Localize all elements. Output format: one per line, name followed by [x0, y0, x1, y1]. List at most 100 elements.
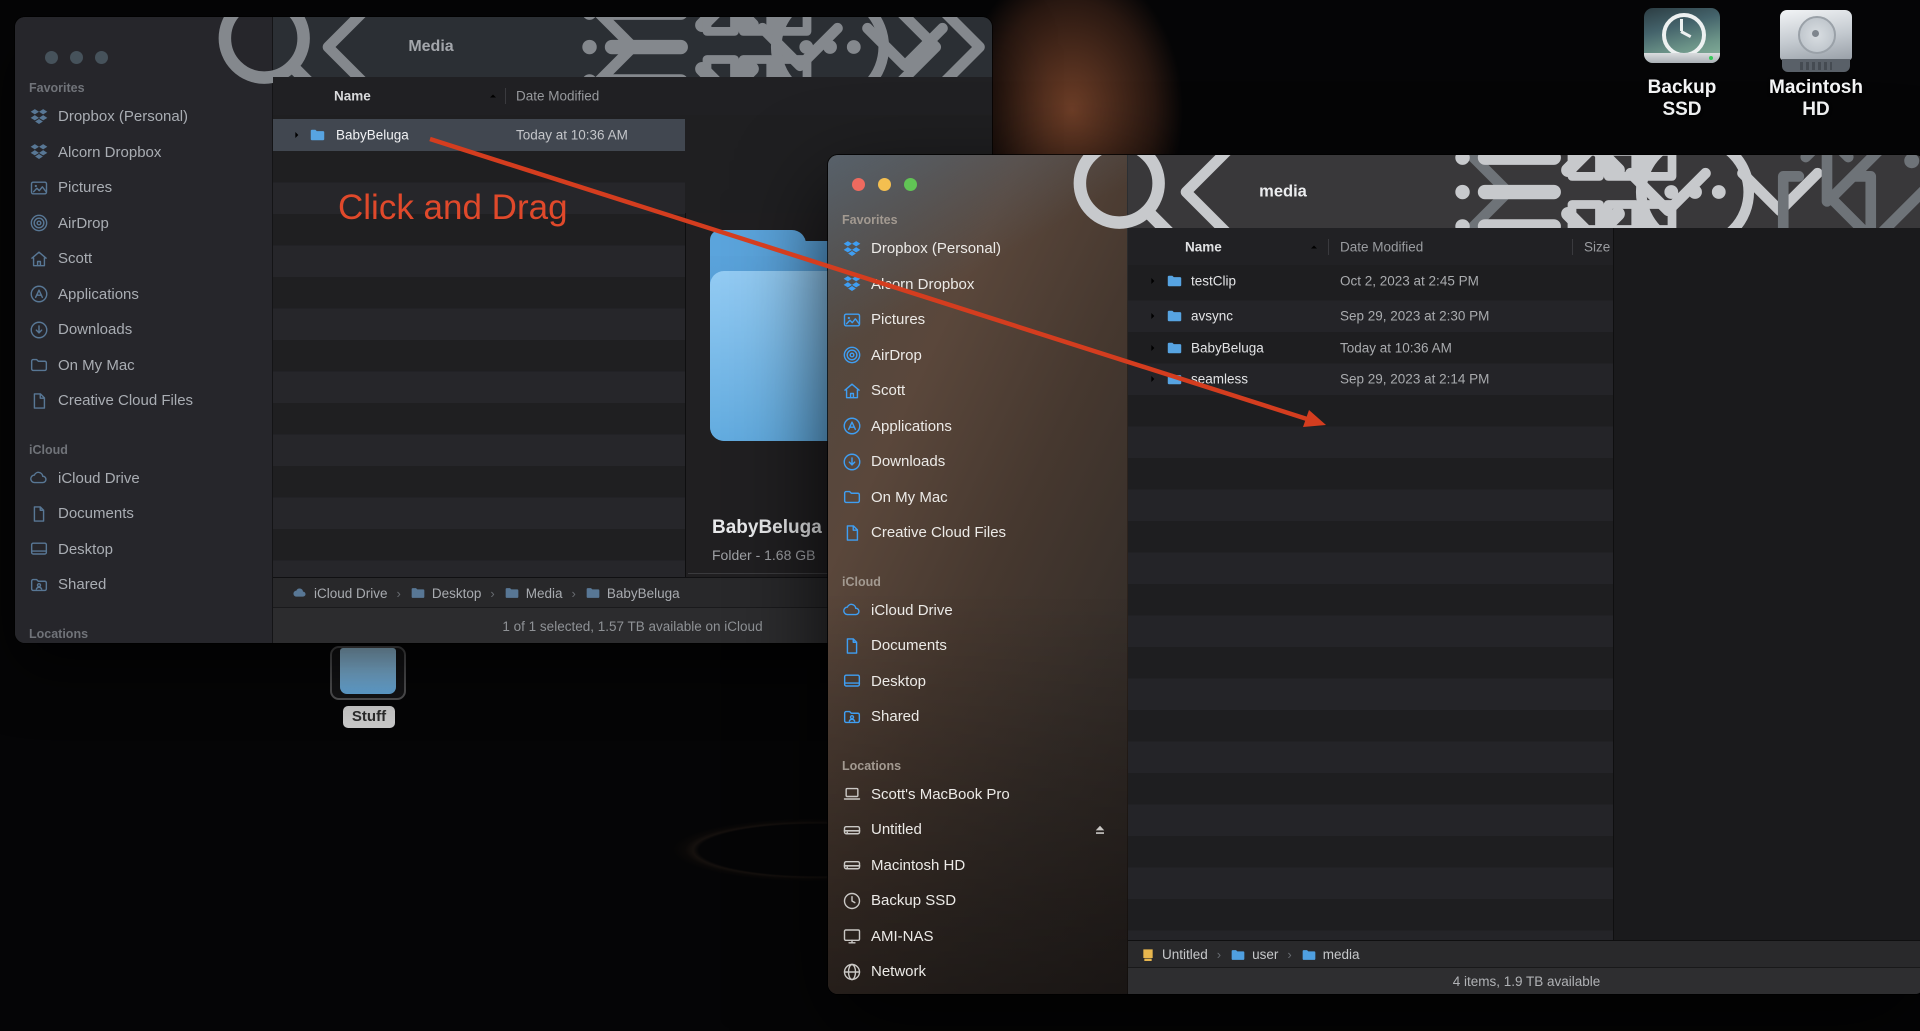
sidebar-item[interactable]: Creative Cloud Files — [15, 383, 272, 419]
disclosure-chevron-icon[interactable] — [1147, 275, 1158, 286]
path-crumb[interactable]: user — [1208, 947, 1279, 963]
time-machine-drive-icon — [1643, 8, 1721, 72]
sidebar-item[interactable]: On My Mac — [828, 480, 1127, 516]
sidebar-item[interactable]: iCloud Drive — [15, 461, 272, 497]
dropbox-icon — [842, 274, 862, 294]
column-divider[interactable] — [1328, 239, 1329, 255]
file-row[interactable]: BabyBeluga Today at 10:36 AM — [1128, 332, 1613, 364]
toolbar: Media — [273, 17, 992, 78]
sidebar-item[interactable]: AirDrop — [15, 206, 272, 242]
sidebar-section-label: iCloud — [29, 443, 272, 459]
sidebar-item[interactable]: iCloud Drive — [828, 593, 1127, 629]
sidebar-item[interactable]: AMI-NAS — [828, 919, 1127, 955]
image-icon — [842, 310, 862, 330]
sidebar-section: Locations — [15, 627, 272, 643]
sidebar-item-label: Shared — [871, 708, 919, 725]
file-date-modified: Sep 29, 2023 at 2:14 PM — [1340, 372, 1489, 387]
sidebar-item[interactable]: AirDrop — [828, 338, 1127, 374]
sidebar-item[interactable]: Scott — [828, 373, 1127, 409]
column-divider[interactable] — [505, 88, 506, 104]
file-row[interactable]: avsync Sep 29, 2023 at 2:30 PM — [1128, 301, 1613, 333]
desktop-icon-label: Macintosh HD — [1768, 77, 1864, 121]
sidebar-item[interactable]: Scott — [15, 241, 272, 277]
disclosure-chevron-icon[interactable] — [291, 129, 302, 140]
folder-icon — [1166, 339, 1183, 356]
column-header-name[interactable]: Name — [1185, 239, 1222, 254]
sidebar-item[interactable]: Shared — [15, 567, 272, 603]
sidebar-section-items: iCloud Drive Documents Desktop — [828, 593, 1127, 735]
sidebar-item[interactable]: Scott's MacBook Pro — [828, 777, 1127, 813]
sidebar-item-label: Creative Cloud Files — [871, 524, 1006, 541]
sidebar-item-label: AMI-NAS — [871, 928, 934, 945]
disclosure-chevron-icon[interactable] — [1147, 342, 1158, 353]
dropbox-icon — [842, 239, 862, 259]
disclosure-chevron-icon[interactable] — [1147, 311, 1158, 322]
column-header-size[interactable]: Size — [1584, 239, 1610, 254]
sidebar-item-label: Backup SSD — [871, 892, 956, 909]
sidebar-item-label: Applications — [58, 286, 139, 303]
sidebar-item[interactable]: Pictures — [828, 302, 1127, 338]
sidebar-item[interactable]: Alcorn Dropbox — [828, 267, 1127, 303]
folder-fill-icon — [585, 585, 601, 601]
sidebar-item[interactable]: Shared — [828, 699, 1127, 735]
sidebar-item[interactable]: Untitled — [828, 812, 1127, 848]
sidebar-item-label: On My Mac — [58, 357, 135, 374]
sidebar-item[interactable]: Pictures — [15, 170, 272, 206]
toolbar: media — [1128, 155, 1920, 229]
path-crumb-label: Untitled — [1162, 947, 1208, 962]
path-crumb-label: iCloud Drive — [314, 586, 388, 601]
path-crumb[interactable]: BabyBeluga — [563, 585, 680, 601]
internal-drive-icon — [1780, 10, 1852, 72]
home-icon — [29, 249, 49, 269]
file-name: seamless — [1191, 372, 1248, 387]
sidebar-item[interactable]: Documents — [828, 628, 1127, 664]
sidebar-item-label: Alcorn Dropbox — [871, 276, 974, 293]
path-crumb[interactable]: media — [1278, 947, 1359, 963]
file-date-modified: Today at 10:36 AM — [516, 127, 628, 142]
sidebar-section: iCloud iCloud Drive Documents — [15, 443, 272, 603]
column-header-name[interactable]: Name — [334, 89, 371, 104]
sidebar-section-items: Dropbox (Personal) Alcorn Dropbox Pictur… — [828, 231, 1127, 551]
eject-icon[interactable] — [1092, 821, 1117, 838]
file-list: avsync Sep 29, 2023 at 2:30 PM BabyBelug… — [1128, 265, 1920, 940]
sidebar-section-label: iCloud — [842, 575, 1127, 591]
sidebar-item[interactable]: Documents — [15, 496, 272, 532]
sidebar-item[interactable]: Desktop — [828, 664, 1127, 700]
sidebar-item[interactable]: Downloads — [15, 312, 272, 348]
sidebar-item[interactable]: Downloads — [828, 444, 1127, 480]
sidebar-item[interactable]: Backup SSD — [828, 883, 1127, 919]
file-row[interactable]: testClip Oct 2, 2023 at 2:45 PM — [1128, 265, 1613, 297]
image-icon — [29, 178, 49, 198]
sidebar-item[interactable]: Creative Cloud Files — [828, 515, 1127, 551]
path-crumb[interactable]: Media — [481, 585, 562, 601]
dropbox-icon — [29, 142, 49, 162]
column-header-date-modified[interactable]: Date Modified — [516, 89, 599, 104]
sidebar-item[interactable]: Desktop — [15, 532, 272, 568]
disclosure-chevron-icon[interactable] — [1147, 374, 1158, 385]
path-crumb[interactable]: Desktop — [388, 585, 482, 601]
sidebar-item[interactable]: Alcorn Dropbox — [15, 135, 272, 171]
sidebar-item[interactable]: Applications — [15, 277, 272, 313]
desktop-icon-macintosh-hd[interactable]: Macintosh HD — [1768, 10, 1864, 121]
column-divider[interactable] — [1572, 239, 1573, 255]
sidebar-item-label: Applications — [871, 418, 952, 435]
sidebar-item[interactable]: On My Mac — [15, 348, 272, 384]
file-name: avsync — [1191, 309, 1233, 324]
desktop-icon-backup-ssd[interactable]: Backup SSD — [1628, 8, 1736, 121]
airdrop-icon — [29, 213, 49, 233]
column-header-date-modified[interactable]: Date Modified — [1340, 239, 1423, 254]
desktop-icon-stuff[interactable]: Stuff — [330, 646, 408, 728]
sidebar: Favorites Dropbox (Personal) Alcorn Drop… — [828, 155, 1128, 994]
file-name: testClip — [1191, 273, 1236, 288]
sidebar-item[interactable]: Applications — [828, 409, 1127, 445]
path-crumb[interactable]: Untitled — [1140, 947, 1208, 963]
front-finder-window: Favorites Dropbox (Personal) Alcorn Drop… — [828, 155, 1920, 994]
folder-line-icon — [842, 487, 862, 507]
file-row[interactable]: BabyBeluga Today at 10:36 AM — [273, 119, 685, 151]
sidebar-item-label: Shared — [58, 576, 106, 593]
path-crumb[interactable]: iCloud Drive — [292, 585, 388, 601]
sidebar-item[interactable]: Macintosh HD — [828, 848, 1127, 884]
sidebar-item-label: Scott — [58, 250, 92, 267]
sidebar-item[interactable]: Network — [828, 954, 1127, 990]
file-row[interactable]: seamless Sep 29, 2023 at 2:14 PM — [1128, 364, 1613, 396]
